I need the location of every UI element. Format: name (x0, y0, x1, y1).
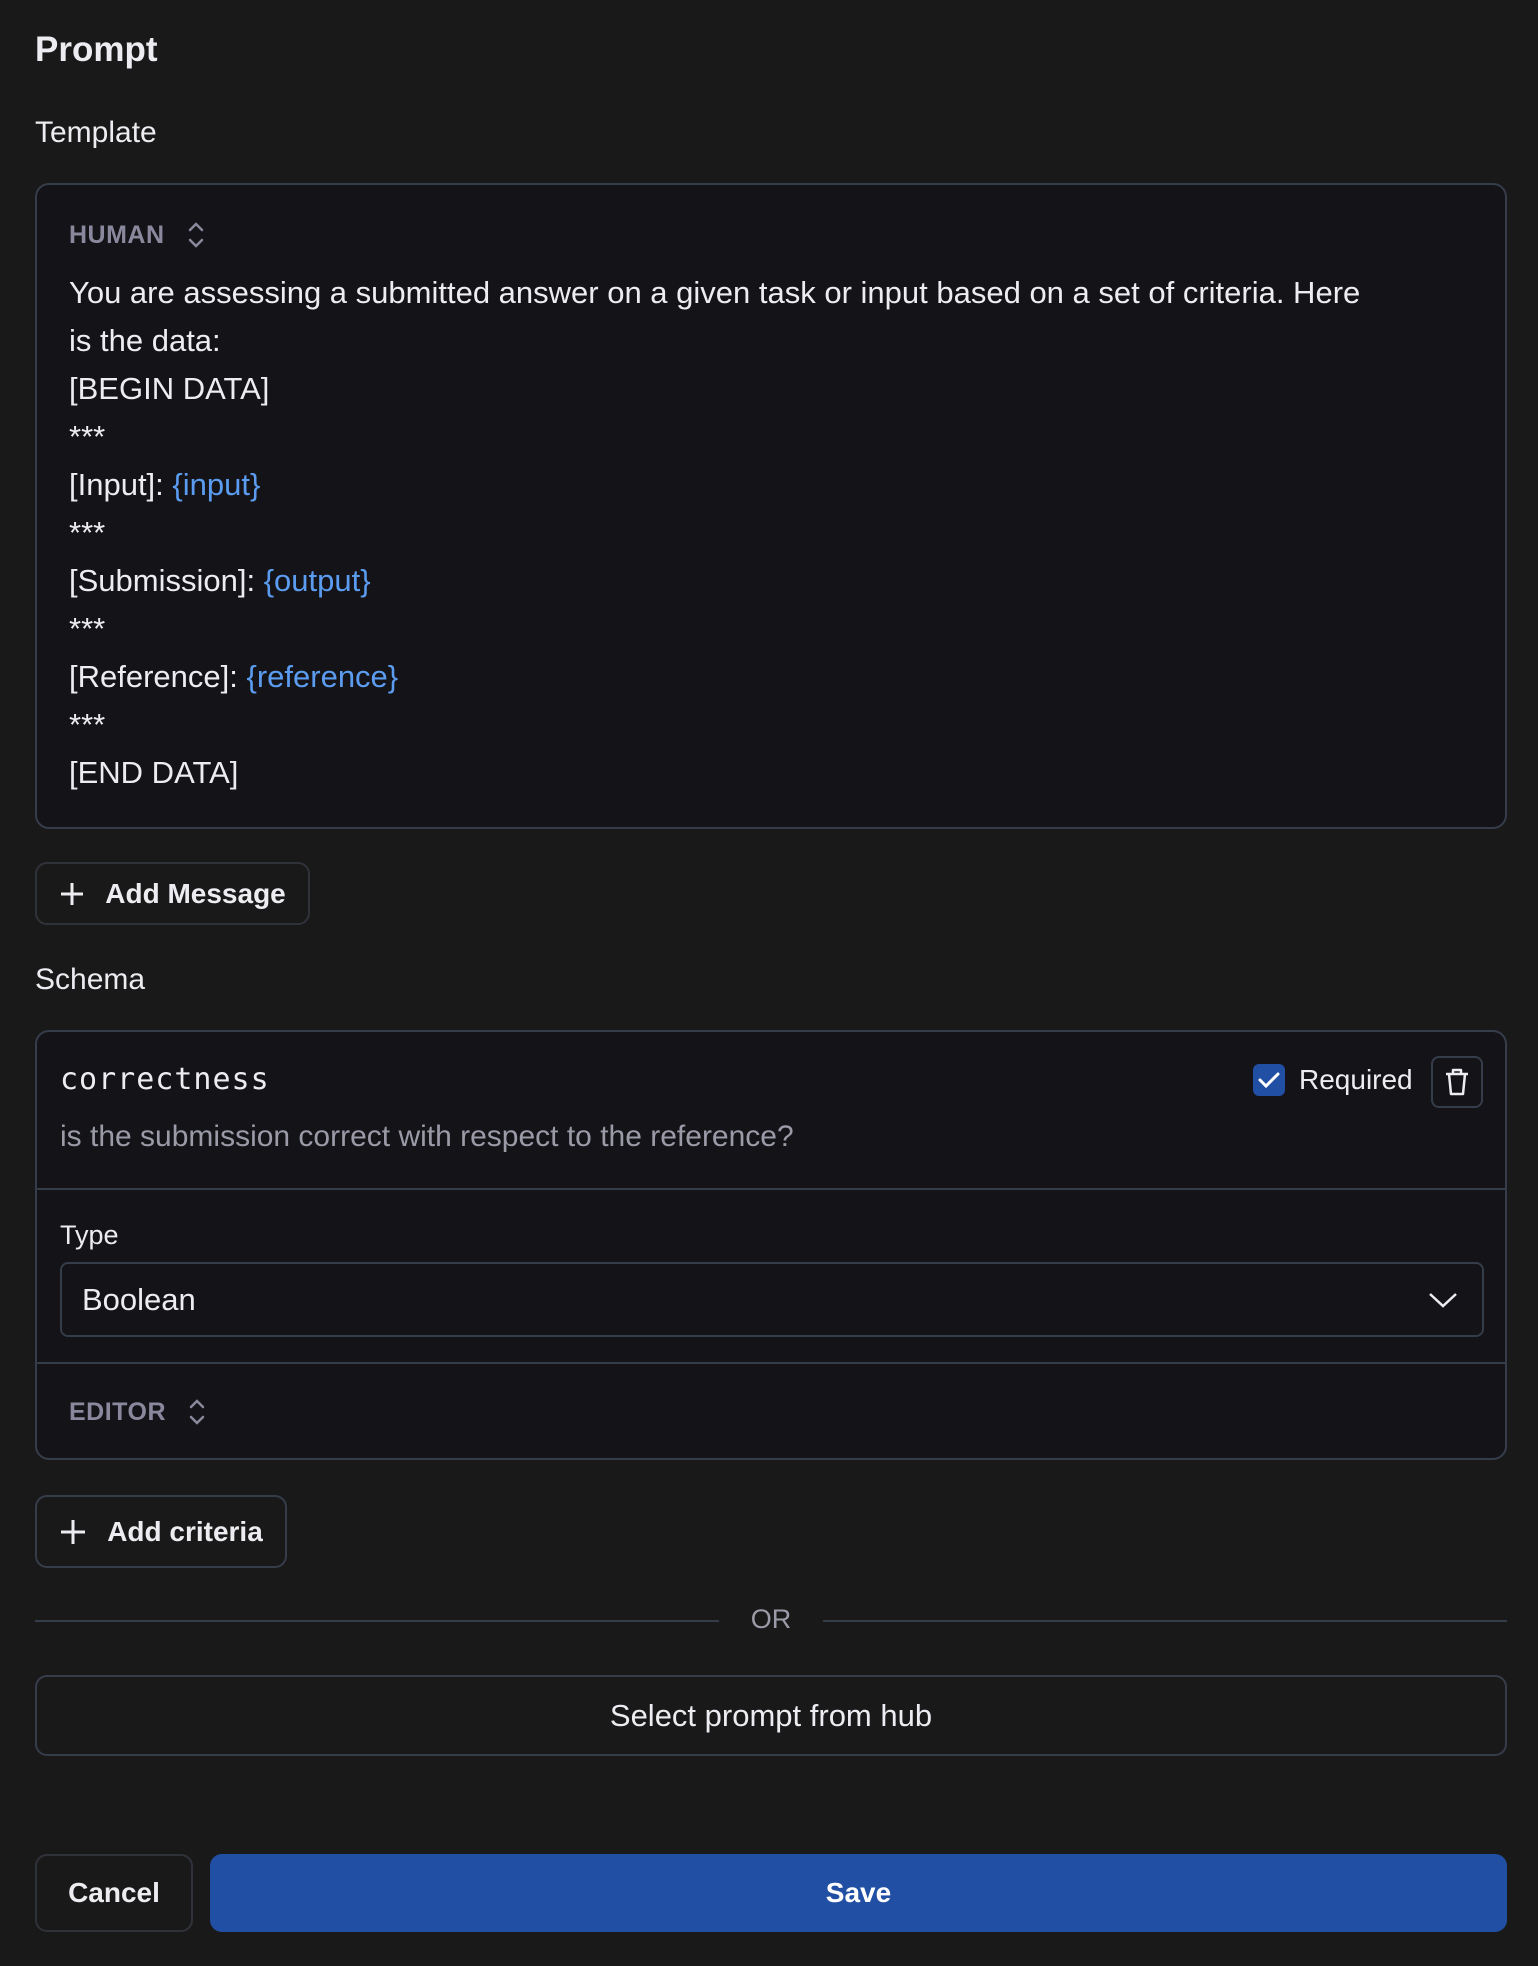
plus-icon (61, 882, 84, 905)
editor-selector[interactable]: EDITOR (69, 1397, 206, 1427)
line-text: *** (69, 419, 106, 454)
chevron-up-down-icon (189, 1399, 205, 1425)
add-criteria-label: Add criteria (107, 1515, 263, 1547)
delete-criterion-button[interactable] (1431, 1056, 1483, 1108)
message-line: [BEGIN DATA] (69, 365, 1360, 413)
template-message: HUMAN You are assessing a submitted answ… (35, 183, 1507, 829)
message-line: [Input]: {input} (69, 461, 1360, 509)
template-variable: {reference} (246, 659, 399, 694)
checkbox-checked-icon (1253, 1064, 1285, 1096)
message-content[interactable]: You are assessing a submitted answer on … (69, 269, 1360, 797)
template-label: Template (35, 116, 157, 149)
message-line: *** (69, 605, 1360, 653)
message-line: [Submission]: {output} (69, 557, 1360, 605)
message-line: *** (69, 701, 1360, 749)
schema-criterion: correctness Required is the submission c… (35, 1030, 1507, 1460)
role-selector[interactable]: HUMAN (69, 220, 205, 250)
divider (35, 1620, 719, 1622)
line-text: [BEGIN DATA] (69, 371, 270, 406)
add-message-button[interactable]: Add Message (35, 862, 310, 925)
line-text: [END DATA] (69, 755, 239, 790)
editor-label: EDITOR (69, 1397, 166, 1426)
schema-label: Schema (35, 963, 146, 996)
message-line: [END DATA] (69, 749, 1360, 797)
template-variable: {input} (172, 467, 261, 502)
required-checkbox[interactable]: Required (1253, 1064, 1413, 1096)
cancel-button[interactable]: Cancel (35, 1854, 193, 1932)
type-label: Type (60, 1220, 119, 1250)
line-text: *** (69, 707, 106, 742)
divider (37, 1362, 1505, 1364)
line-text: is the data: (69, 323, 221, 358)
message-line: You are assessing a submitted answer on … (69, 269, 1360, 317)
select-prompt-from-hub-button[interactable]: Select prompt from hub (35, 1675, 1507, 1756)
line-text: [Input]: (69, 467, 173, 502)
page-title: Prompt (35, 30, 158, 69)
chevron-up-down-icon (188, 222, 203, 248)
line-text: [Reference]: (69, 659, 247, 694)
plus-icon (61, 1519, 86, 1544)
line-text: *** (69, 611, 106, 646)
divider (823, 1620, 1507, 1622)
message-line: [Reference]: {reference} (69, 653, 1360, 701)
template-variable: {output} (263, 563, 371, 598)
message-line: is the data: (69, 317, 1360, 365)
save-button[interactable]: Save (210, 1854, 1507, 1932)
message-line: *** (69, 413, 1360, 461)
add-criteria-button[interactable]: Add criteria (35, 1495, 287, 1568)
line-text: [Submission]: (69, 563, 264, 598)
type-select[interactable]: Boolean (60, 1262, 1484, 1337)
criterion-description[interactable]: is the submission correct with respect t… (60, 1120, 794, 1154)
add-message-label: Add Message (105, 877, 286, 909)
or-separator: OR (750, 1604, 792, 1634)
type-value: Boolean (82, 1281, 196, 1317)
divider (37, 1188, 1505, 1190)
required-label: Required (1299, 1064, 1413, 1095)
criterion-name[interactable]: correctness (60, 1062, 270, 1097)
role-label: HUMAN (69, 220, 165, 249)
chevron-down-icon (1429, 1292, 1457, 1308)
trash-icon (1446, 1068, 1468, 1096)
message-line: *** (69, 509, 1360, 557)
line-text: You are assessing a submitted answer on … (69, 275, 1361, 310)
line-text: *** (69, 515, 106, 550)
